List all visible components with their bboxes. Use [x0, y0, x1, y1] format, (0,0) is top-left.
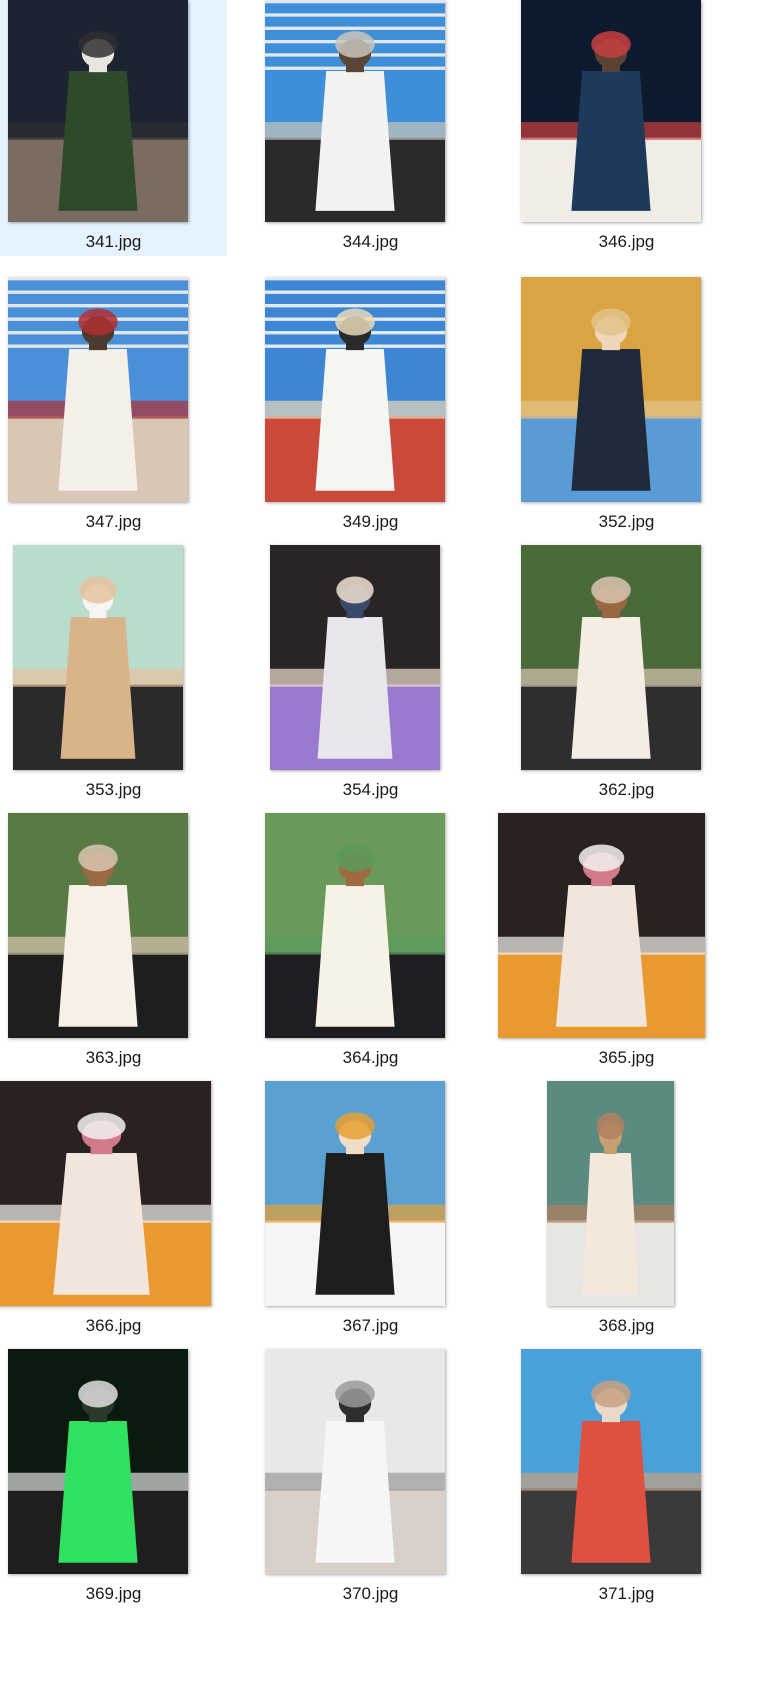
photo-preview	[270, 545, 440, 770]
file-item[interactable]: 367.jpg	[257, 1072, 484, 1335]
photo-preview	[521, 1349, 701, 1574]
photo-preview	[13, 545, 183, 770]
image-thumbnail[interactable]	[265, 0, 445, 222]
photo-preview	[265, 277, 445, 502]
image-thumbnail[interactable]	[8, 1349, 188, 1574]
file-item[interactable]: 347.jpg	[0, 268, 227, 531]
file-item[interactable]: 352.jpg	[513, 268, 740, 531]
file-name-label: 341.jpg	[85, 232, 142, 251]
file-item[interactable]: 341.jpg	[0, 0, 227, 256]
file-item[interactable]: 365.jpg	[498, 804, 740, 1067]
photo-preview	[8, 277, 188, 502]
file-name-label: 368.jpg	[598, 1316, 655, 1335]
file-name-label: 366.jpg	[85, 1316, 142, 1335]
photo-preview	[8, 813, 188, 1038]
file-name-label: 349.jpg	[342, 512, 399, 531]
file-name-label: 346.jpg	[598, 232, 655, 251]
file-name-label: 371.jpg	[598, 1584, 655, 1603]
image-thumbnail[interactable]	[521, 545, 701, 770]
image-thumbnail[interactable]	[0, 1081, 211, 1306]
file-name-label: 354.jpg	[342, 780, 399, 799]
image-thumbnail[interactable]	[270, 545, 440, 770]
image-thumbnail[interactable]	[8, 277, 188, 502]
file-name-label: 367.jpg	[342, 1316, 399, 1335]
photo-preview	[521, 277, 701, 502]
photo-preview	[521, 0, 701, 222]
image-thumbnail[interactable]	[8, 813, 188, 1038]
file-thumbnail-grid: 341.jpg 344.jpg 346.jpg 347.jpg 349.jpg 352.j…	[0, 0, 762, 1695]
file-item[interactable]: 364.jpg	[257, 804, 484, 1067]
image-thumbnail[interactable]	[521, 277, 701, 502]
file-name-label: 364.jpg	[342, 1048, 399, 1067]
file-name-label: 344.jpg	[342, 232, 399, 251]
photo-preview	[265, 1349, 445, 1574]
image-thumbnail[interactable]	[265, 813, 445, 1038]
image-thumbnail[interactable]	[265, 1349, 445, 1574]
file-name-label: 362.jpg	[598, 780, 655, 799]
photo-preview	[265, 813, 445, 1038]
file-item[interactable]: 366.jpg	[0, 1072, 227, 1335]
photo-preview	[498, 813, 705, 1038]
image-thumbnail[interactable]	[521, 0, 701, 222]
file-name-label: 369.jpg	[85, 1584, 142, 1603]
photo-preview	[265, 1081, 445, 1306]
file-item[interactable]: 346.jpg	[513, 0, 740, 256]
file-item[interactable]: 354.jpg	[257, 536, 484, 799]
file-item[interactable]: 371.jpg	[513, 1340, 740, 1603]
image-thumbnail[interactable]	[265, 277, 445, 502]
file-item[interactable]: 369.jpg	[0, 1340, 227, 1603]
image-thumbnail[interactable]	[498, 813, 705, 1038]
file-item[interactable]: 344.jpg	[257, 0, 484, 256]
image-thumbnail[interactable]	[521, 1349, 701, 1574]
file-name-label: 365.jpg	[598, 1048, 655, 1067]
photo-preview	[547, 1081, 674, 1306]
file-item[interactable]: 363.jpg	[0, 804, 227, 1067]
file-item[interactable]: 368.jpg	[513, 1072, 740, 1335]
file-name-label: 370.jpg	[342, 1584, 399, 1603]
image-thumbnail[interactable]	[8, 0, 188, 222]
image-thumbnail[interactable]	[547, 1081, 674, 1306]
file-item[interactable]: 370.jpg	[257, 1340, 484, 1603]
file-name-label: 347.jpg	[85, 512, 142, 531]
file-item[interactable]: 353.jpg	[0, 536, 227, 799]
file-name-label: 353.jpg	[85, 780, 142, 799]
photo-preview	[0, 1081, 211, 1306]
image-thumbnail[interactable]	[265, 1081, 445, 1306]
photo-preview	[521, 545, 701, 770]
photo-preview	[8, 0, 188, 222]
file-name-label: 363.jpg	[85, 1048, 142, 1067]
file-item[interactable]: 349.jpg	[257, 268, 484, 531]
file-item[interactable]: 362.jpg	[513, 536, 740, 799]
file-name-label: 352.jpg	[598, 512, 655, 531]
photo-preview	[8, 1349, 188, 1574]
image-thumbnail[interactable]	[13, 545, 183, 770]
photo-preview	[265, 0, 445, 222]
